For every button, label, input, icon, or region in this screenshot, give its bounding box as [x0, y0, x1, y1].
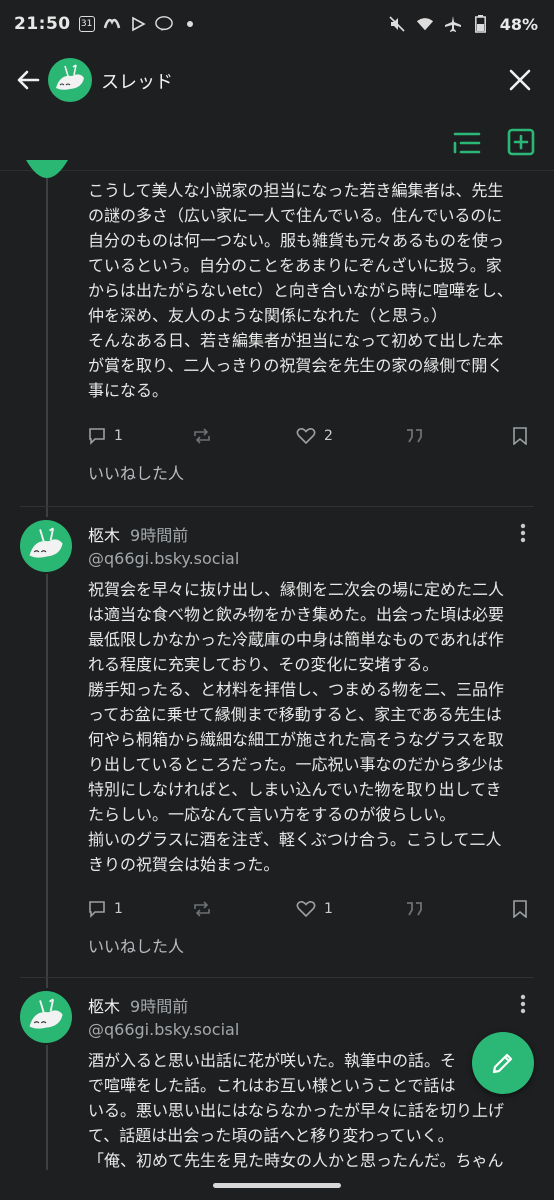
quote-button[interactable] [405, 427, 423, 445]
battery-icon [472, 15, 490, 33]
app-notification-icon [103, 15, 121, 33]
quote-icon [407, 429, 422, 443]
thread-toolbar [0, 112, 554, 171]
thread-avatar[interactable] [48, 58, 92, 106]
system-navigation-bar [0, 1170, 554, 1200]
add-post-icon[interactable] [507, 128, 535, 156]
clock: 21:50 [14, 14, 71, 34]
quote-button[interactable] [405, 900, 423, 918]
reply-count: 1 [114, 901, 123, 917]
heart-icon [296, 428, 316, 445]
bookmark-button[interactable] [512, 427, 528, 445]
reply-icon [89, 428, 105, 445]
thread-connector-line [46, 574, 48, 988]
author-handle[interactable]: @q66gi.bsky.social [88, 1020, 239, 1039]
back-arrow-icon[interactable] [12, 64, 44, 96]
pencil-icon [492, 1053, 513, 1074]
repost-icon [194, 428, 210, 444]
author-handle[interactable]: @q66gi.bsky.social [88, 549, 239, 568]
mute-icon [388, 15, 406, 33]
more-options-icon[interactable] [520, 523, 526, 543]
compose-button[interactable] [472, 1032, 534, 1094]
wifi-icon [416, 15, 434, 33]
post-divider [20, 977, 534, 978]
repost-icon [194, 901, 210, 917]
like-button[interactable]: 1 [296, 900, 333, 918]
bookmark-button[interactable] [512, 900, 528, 918]
home-gesture-bar[interactable] [213, 1183, 341, 1188]
post-text: 祝賀会を早々に抜け出し、縁側を二次会の場に定めた二人 は適当な食べ物と飲み物をか… [88, 580, 505, 874]
post-divider [20, 506, 534, 507]
post-text: こうして美人な小説家の担当になった若き編集者は、先生 の謎の多さ（広い家に一人で… [88, 181, 513, 400]
reply-icon [89, 901, 105, 918]
calendar-icon: 31 [78, 16, 95, 32]
post-time: 9時間前 [130, 997, 189, 1016]
author-name[interactable]: 柩木 [88, 522, 120, 546]
liked-by-link[interactable]: いいねした人 [88, 933, 184, 957]
post-author-line: 柩木 9時間前 [88, 522, 188, 546]
thread-connector-line [46, 1045, 48, 1170]
avatar[interactable] [20, 991, 72, 1047]
battery-level: 48% [499, 14, 538, 34]
reply-button[interactable]: 1 [88, 900, 123, 918]
post-text: 酒が入ると思い出話に花が咲いた。執筆中の話。そ で喧嘩をした話。これはお互い様と… [88, 1051, 505, 1170]
line-app-icon [154, 15, 173, 33]
post-author-line: 柩木 9時間前 [88, 993, 188, 1017]
status-bar: 21:50 31 48% [0, 0, 554, 48]
avatar[interactable] [20, 520, 72, 576]
bookmark-icon [513, 427, 527, 445]
like-count: 1 [324, 901, 333, 917]
airplane-icon [444, 15, 462, 33]
author-name[interactable]: 柩木 [88, 993, 120, 1017]
play-store-icon [129, 15, 147, 33]
app-bar: スレッド [0, 48, 554, 112]
quote-icon [407, 902, 422, 916]
repost-button[interactable] [192, 427, 212, 445]
bookmark-icon [513, 900, 527, 918]
more-options-icon[interactable] [520, 994, 526, 1014]
post-time: 9時間前 [130, 526, 189, 545]
like-button[interactable]: 2 [296, 427, 333, 445]
heart-icon [296, 901, 316, 918]
reply-count: 1 [114, 428, 123, 444]
like-count: 2 [324, 428, 333, 444]
reply-button[interactable]: 1 [88, 427, 123, 445]
liked-by-link[interactable]: いいねした人 [88, 460, 184, 484]
page-title: スレッド [101, 72, 173, 93]
avatar[interactable] [24, 160, 70, 180]
notification-dot-icon [181, 15, 199, 33]
thread-view-list-icon[interactable] [452, 130, 482, 156]
thread-connector-line [46, 171, 48, 517]
repost-button[interactable] [192, 900, 212, 918]
close-icon[interactable] [506, 66, 534, 94]
